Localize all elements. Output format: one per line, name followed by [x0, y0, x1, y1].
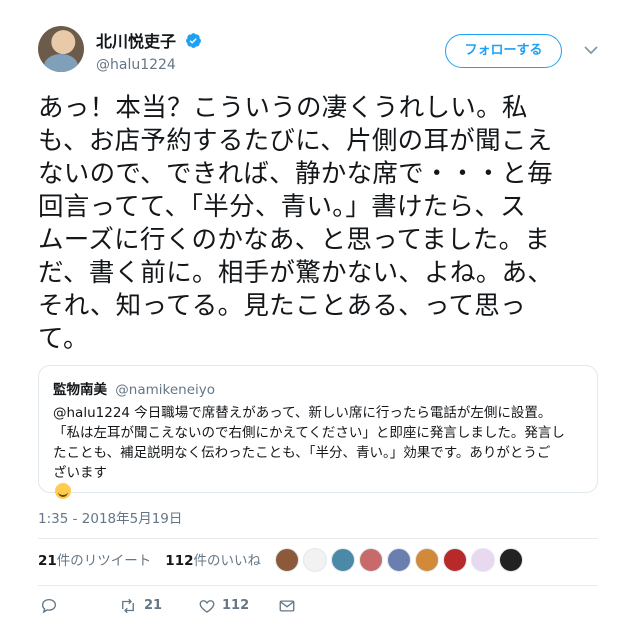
- like-stat-count: 112: [165, 553, 194, 569]
- divider: [38, 538, 598, 539]
- tweet-line: それ、知ってる。見たことある、って思っ: [38, 291, 526, 321]
- reply-icon: [41, 598, 57, 613]
- tweet-header: 北川悦吏子 @halu1224 フォローする: [38, 24, 608, 76]
- quoted-tweet-text: @halu1224 今日職場で席替えがあって、新しい席に行ったら電話が左側に設置…: [53, 403, 583, 499]
- like-button[interactable]: 112: [198, 596, 249, 618]
- author-handle[interactable]: @halu1224: [96, 57, 202, 73]
- quoted-tweet-header: 監物南美 @namikeneiyo: [53, 378, 583, 398]
- divider: [38, 585, 598, 586]
- tweet-line: も、お店予約するたびに、片側の耳が聞こえ: [38, 126, 553, 156]
- tweet-stats: 21件のリツイート 112件のいいね: [38, 550, 275, 574]
- tweet-line: だ、書く前に。相手が驚かない、よね。あ、: [38, 258, 554, 288]
- liker-avatar[interactable]: [499, 548, 523, 572]
- reply-button[interactable]: [40, 596, 58, 618]
- retweet-stat-count: 21: [38, 553, 57, 569]
- heart-icon: [199, 600, 215, 613]
- tweet-text: あっ！本当？こういうの凄くうれしい。私 も、お店予約するたびに、片側の耳が聞こえ…: [38, 92, 598, 356]
- retweet-button[interactable]: 21: [118, 596, 162, 618]
- quoted-line: ざいます: [53, 463, 583, 499]
- like-count: 112: [222, 598, 250, 613]
- liker-avatar[interactable]: [443, 548, 467, 572]
- liker-avatar[interactable]: [387, 548, 411, 572]
- retweet-stat-label: 件のリツイート: [56, 553, 152, 569]
- liker-avatar[interactable]: [415, 548, 439, 572]
- verified-badge-icon: [186, 32, 202, 48]
- tweet-line: ないので、できれば、静かな席で・・・と毎: [38, 159, 553, 189]
- quoted-line: @halu1224 今日職場で席替えがあって、新しい席に行ったら電話が左側に設置…: [53, 405, 552, 421]
- author-block[interactable]: 北川悦吏子 @halu1224: [96, 28, 202, 73]
- quoted-line-text: ざいます: [53, 465, 107, 481]
- smiling-face-emoji-icon: [55, 483, 71, 499]
- liker-avatar[interactable]: [275, 548, 299, 572]
- like-stat-label: 件のいいね: [193, 553, 261, 569]
- liker-avatar[interactable]: [359, 548, 383, 572]
- tweet-line: ムーズに行くのかなあ、と思ってました。ま: [38, 225, 551, 255]
- chevron-down-icon[interactable]: [583, 42, 599, 58]
- tweet-line: あっ！本当？こういうの凄くうれしい。私: [38, 93, 528, 123]
- envelope-icon: [279, 599, 295, 612]
- liker-avatar[interactable]: [471, 548, 495, 572]
- liker-avatar[interactable]: [303, 548, 327, 572]
- liker-avatar[interactable]: [331, 548, 355, 572]
- retweet-icon: [122, 598, 134, 614]
- avatar[interactable]: [38, 26, 84, 72]
- retweet-count: 21: [144, 598, 163, 613]
- tweet-timestamp[interactable]: 1:35 - 2018年5月19日: [38, 507, 182, 527]
- follow-button[interactable]: フォローする: [445, 34, 562, 68]
- like-stat[interactable]: 112件のいいね: [165, 550, 261, 572]
- direct-message-button[interactable]: [278, 596, 296, 618]
- quoted-handle: @namikeneiyo: [115, 382, 216, 398]
- display-name[interactable]: 北川悦吏子: [96, 28, 176, 52]
- quoted-line: たことも、補足説明なく伝わったことも、「半分、青い。」効果です。ありがとうご: [53, 445, 551, 461]
- quoted-display-name: 監物南美: [53, 382, 107, 398]
- quoted-tweet[interactable]: 監物南美 @namikeneiyo @halu1224 今日職場で席替えがあって…: [38, 365, 598, 499]
- quoted-line: 「私は左耳が聞こえないので右側にかえてください」と即座に発言しました。発言し: [53, 425, 565, 441]
- tweet-line: 回言ってて、「半分、青い。」書けたら、ス: [38, 192, 526, 222]
- liker-avatars: [275, 548, 527, 574]
- retweet-stat[interactable]: 21件のリツイート: [38, 550, 151, 572]
- tweet-line: て。: [38, 324, 89, 354]
